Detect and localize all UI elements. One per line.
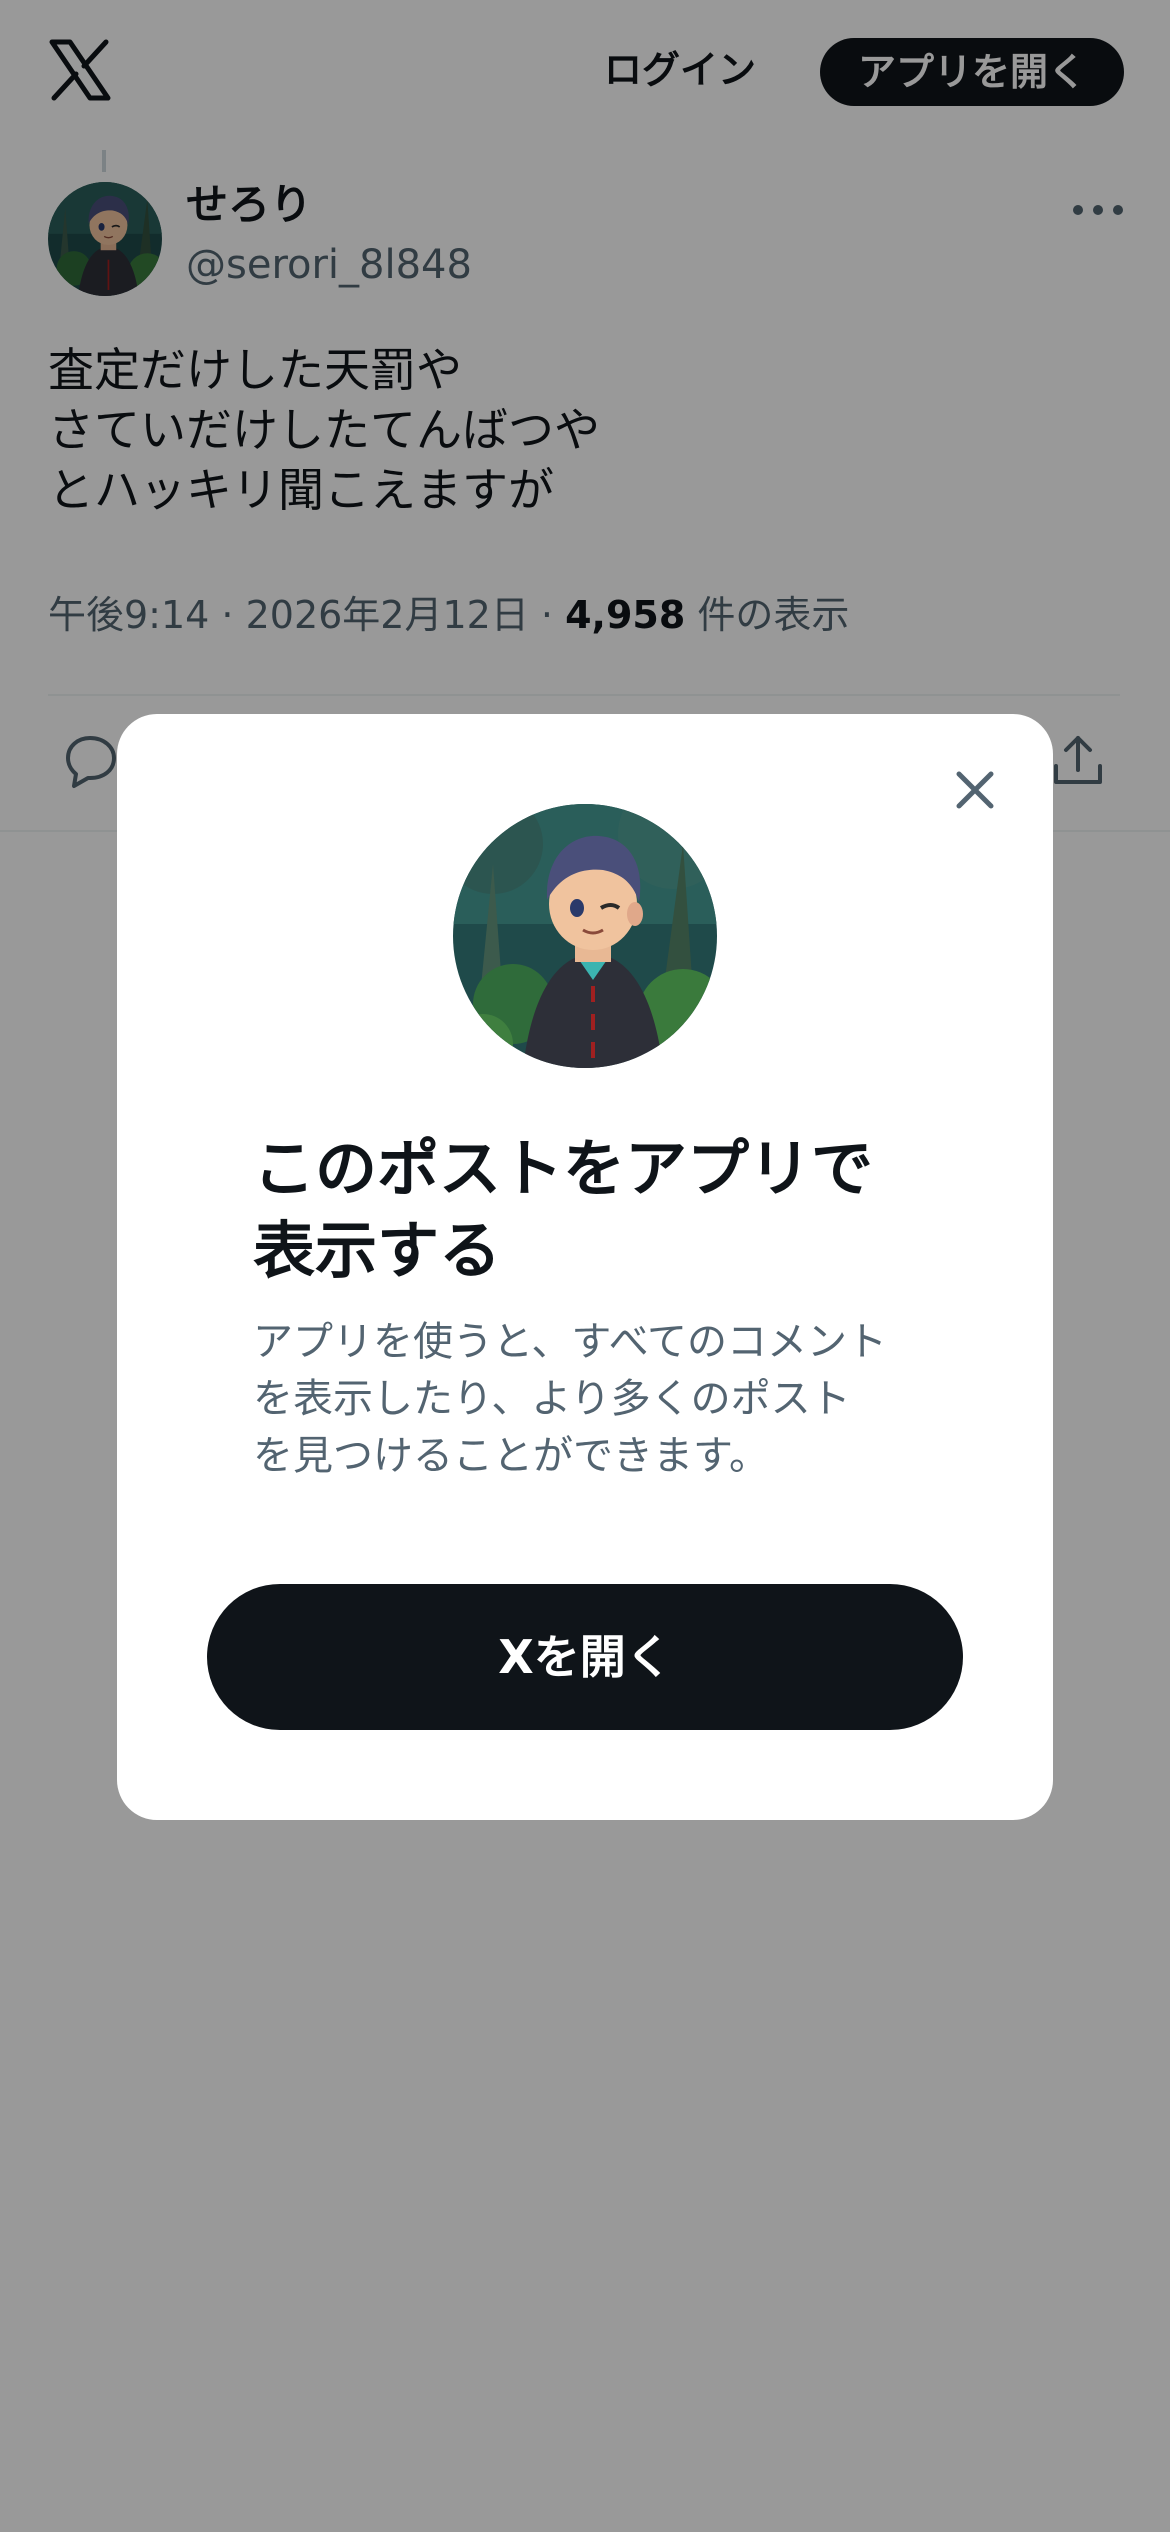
dialog-description-line: を見つけることができます。 [253, 1433, 769, 1479]
avatar [453, 804, 717, 1068]
dialog-description-line: アプリを使うと、すべてのコメント [253, 1319, 887, 1365]
dialog-title-line: 表示する [253, 1214, 502, 1287]
dialog-title-line: このポストをアプリで [253, 1132, 874, 1205]
avatar-image [453, 804, 717, 1068]
dialog-title: このポストをアプリで 表示する [253, 1128, 953, 1292]
page: ログイン アプリを開く せろり @serori_8l848 査定だけした天罰や [0, 0, 1170, 2532]
dialog-description: アプリを使うと、すべてのコメント を表示したり、より多くのポスト を見つけること… [253, 1314, 953, 1485]
close-icon[interactable] [943, 758, 1007, 822]
open-in-app-dialog: このポストをアプリで 表示する アプリを使うと、すべてのコメント を表示したり、… [117, 714, 1053, 1820]
dialog-description-line: を表示したり、より多くのポスト [253, 1376, 851, 1422]
open-x-button[interactable]: Xを開く [207, 1584, 963, 1730]
